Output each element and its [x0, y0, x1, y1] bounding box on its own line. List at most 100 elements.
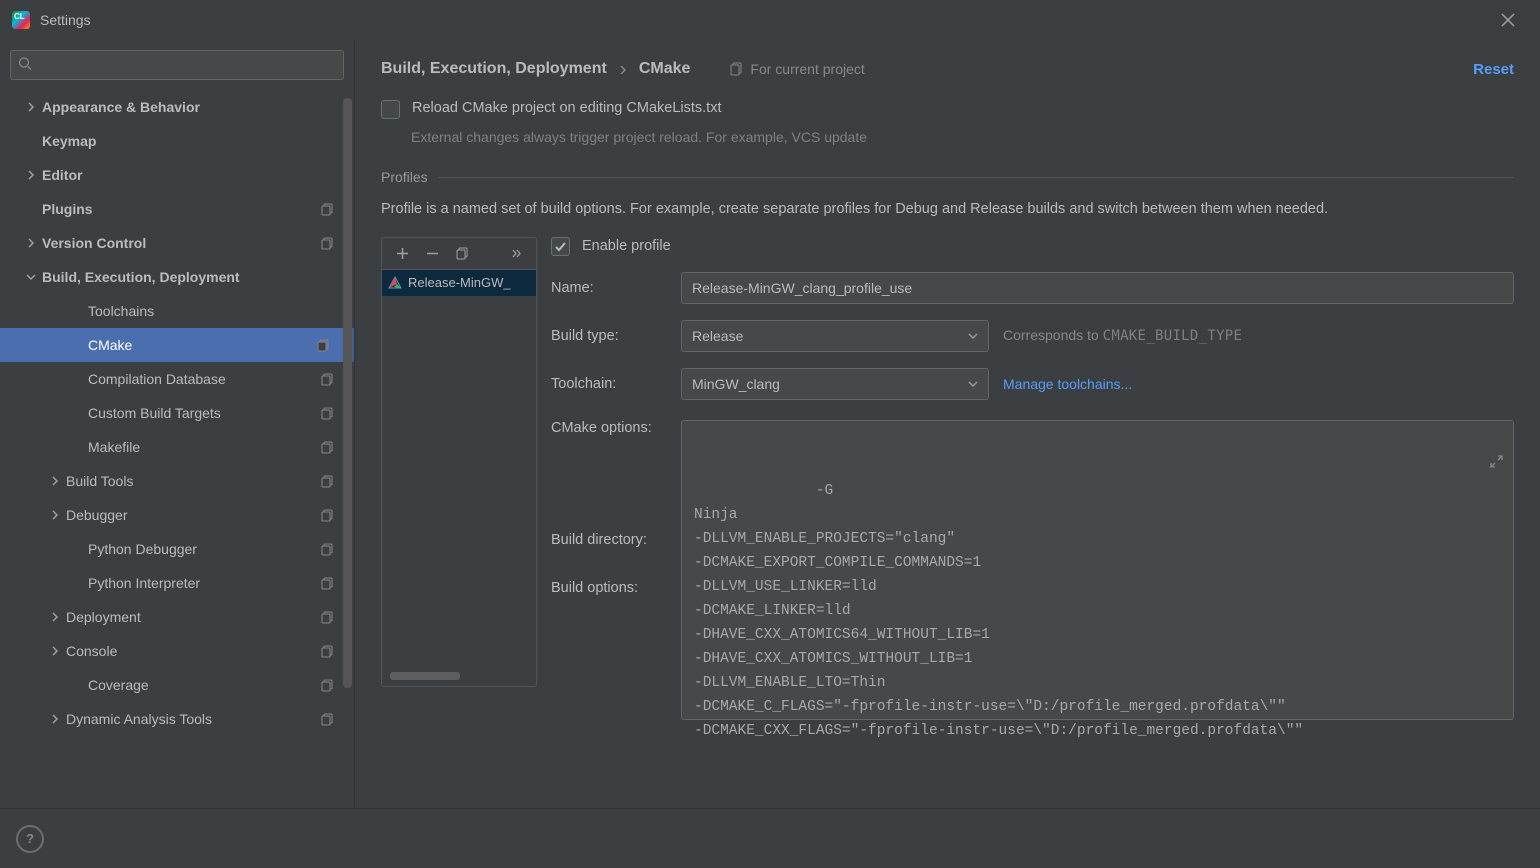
buildtype-select[interactable]: Release	[681, 320, 989, 352]
project-scope-icon	[318, 645, 336, 658]
buildtype-hint: Corresponds to CMAKE_BUILD_TYPE	[1003, 327, 1242, 344]
project-scope-icon	[314, 339, 332, 352]
enable-profile-checkbox[interactable]	[551, 237, 570, 256]
project-scope-icon	[318, 441, 336, 454]
chevron-right-icon	[20, 170, 42, 180]
sidebar-item-label: Coverage	[88, 677, 318, 693]
copy-icon	[730, 62, 744, 76]
buildtype-label: Build type:	[551, 328, 681, 344]
project-scope-icon	[318, 679, 336, 692]
horizontal-scrollbar[interactable]	[386, 672, 532, 682]
add-button[interactable]	[388, 239, 416, 267]
reload-checkbox-label: Reload CMake project on editing CMakeLis…	[412, 100, 721, 116]
settings-tree[interactable]: Appearance & Behavior Keymap Editor Plugins…	[0, 90, 354, 808]
buildtype-value: Release	[692, 328, 743, 344]
remove-button[interactable]	[418, 239, 446, 267]
chevron-down-icon	[968, 331, 978, 341]
sidebar-item-debugger[interactable]: Debugger	[0, 498, 354, 532]
breadcrumb-parent[interactable]: Build, Execution, Deployment	[381, 60, 607, 78]
cmake-options-label: CMake options:	[551, 420, 681, 436]
close-button[interactable]	[1488, 0, 1528, 40]
sidebar-item-version-control[interactable]: Version Control	[0, 226, 354, 260]
chevron-down-icon	[968, 379, 978, 389]
sidebar-item-label: Python Interpreter	[88, 575, 318, 591]
copy-button[interactable]	[448, 239, 476, 267]
footer: ?	[0, 808, 1540, 868]
main-panel: Build, Execution, Deployment CMake For c…	[355, 40, 1540, 808]
profiles-list: Release-MinGW_	[381, 237, 537, 687]
toolchain-select[interactable]: MinGW_clang	[681, 368, 989, 400]
project-scope-icon	[318, 373, 336, 386]
sidebar-item-label: Makefile	[88, 439, 318, 455]
reset-button[interactable]: Reset	[1473, 61, 1514, 78]
toolchain-value: MinGW_clang	[692, 376, 780, 392]
sidebar-item-label: Deployment	[66, 609, 318, 625]
breadcrumb-current: CMake	[639, 60, 691, 78]
sidebar-item-deployment[interactable]: Deployment	[0, 600, 354, 634]
settings-sidebar: Appearance & Behavior Keymap Editor Plugins…	[0, 40, 355, 808]
chevron-right-icon	[44, 510, 66, 520]
scrollbar[interactable]	[343, 98, 352, 688]
project-scope-icon	[318, 577, 336, 590]
sidebar-item-makefile[interactable]: Makefile	[0, 430, 354, 464]
sidebar-item-plugins[interactable]: Plugins	[0, 192, 354, 226]
app-icon	[12, 11, 30, 29]
expand-icon[interactable]	[1351, 429, 1503, 501]
chevron-right-icon	[20, 102, 42, 112]
sidebar-item-custom-build-targets[interactable]: Custom Build Targets	[0, 396, 354, 430]
cmake-options-textarea[interactable]: -G Ninja -DLLVM_ENABLE_PROJECTS="clang" …	[681, 420, 1514, 720]
profiles-toolbar	[382, 238, 536, 270]
project-scope-icon	[318, 713, 336, 726]
sidebar-item-toolchains[interactable]: Toolchains	[0, 294, 354, 328]
breadcrumb: Build, Execution, Deployment CMake For c…	[381, 54, 1514, 84]
profile-item[interactable]: Release-MinGW_	[382, 270, 536, 296]
build-options-label: Build options:	[551, 580, 681, 596]
help-button[interactable]: ?	[16, 825, 44, 853]
sidebar-item-label: Build Tools	[66, 473, 318, 489]
manage-toolchains-link[interactable]: Manage toolchains...	[1003, 376, 1132, 392]
sidebar-item-python-debugger[interactable]: Python Debugger	[0, 532, 354, 566]
profile-form: Enable profile Name: Build type: Release	[551, 237, 1514, 720]
search-input[interactable]	[10, 50, 344, 80]
sidebar-item-coverage[interactable]: Coverage	[0, 668, 354, 702]
copy-icon	[456, 247, 469, 260]
chevron-right-icon	[619, 62, 627, 77]
sidebar-item-keymap[interactable]: Keymap	[0, 124, 354, 158]
sidebar-item-cmake[interactable]: CMake	[0, 328, 354, 362]
sidebar-item-label: Plugins	[42, 201, 318, 217]
sidebar-item-label: Python Debugger	[88, 541, 318, 557]
reload-hint: External changes always trigger project …	[411, 129, 1514, 145]
name-input[interactable]	[681, 272, 1514, 304]
chevron-right-icon	[44, 476, 66, 486]
sidebar-item-appearance-behavior[interactable]: Appearance & Behavior	[0, 90, 354, 124]
sidebar-item-python-interpreter[interactable]: Python Interpreter	[0, 566, 354, 600]
project-scope-icon	[318, 611, 336, 624]
sidebar-item-editor[interactable]: Editor	[0, 158, 354, 192]
cmake-icon	[388, 276, 402, 290]
sidebar-item-label: Appearance & Behavior	[42, 99, 318, 115]
check-icon	[554, 240, 567, 253]
more-button[interactable]	[502, 239, 530, 267]
sidebar-item-build-tools[interactable]: Build Tools	[0, 464, 354, 498]
profiles-title: Profiles	[381, 169, 428, 185]
profiles-desc: Profile is a named set of build options.…	[381, 199, 1514, 221]
project-scope-icon	[318, 237, 336, 250]
build-directory-label: Build directory:	[551, 532, 681, 548]
project-scope-icon	[318, 475, 336, 488]
reload-checkbox[interactable]	[381, 100, 400, 119]
sidebar-item-label: Version Control	[42, 235, 318, 251]
chevron-right-icon	[44, 714, 66, 724]
sidebar-item-compilation-database[interactable]: Compilation Database	[0, 362, 354, 396]
sidebar-item-dynamic-analysis-tools[interactable]: Dynamic Analysis Tools	[0, 702, 354, 736]
chevron-right-icon	[44, 646, 66, 656]
chevrons-icon	[510, 247, 523, 260]
sidebar-item-label: Keymap	[42, 133, 318, 149]
chevron-right-icon	[44, 612, 66, 622]
sidebar-item-label: Editor	[42, 167, 318, 183]
titlebar: Settings	[0, 0, 1540, 40]
sidebar-item-label: Compilation Database	[88, 371, 318, 387]
project-scope-icon	[318, 509, 336, 522]
sidebar-item-build-execution-deployment[interactable]: Build, Execution, Deployment	[0, 260, 354, 294]
sidebar-item-console[interactable]: Console	[0, 634, 354, 668]
project-scope-icon	[318, 407, 336, 420]
